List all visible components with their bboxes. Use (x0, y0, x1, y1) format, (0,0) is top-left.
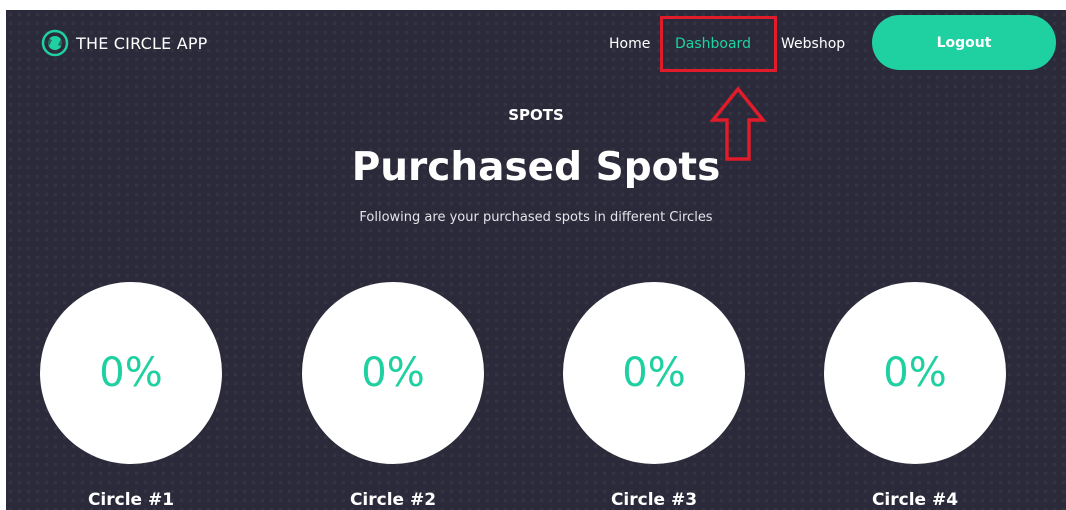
circle-3-label: Circle #3 (610, 490, 698, 510)
section-eyebrow: SPOTS (508, 106, 564, 124)
circle-2-percent: 0% (361, 350, 425, 396)
nav-home-link[interactable]: Home (609, 32, 650, 56)
app-logo[interactable]: THE CIRCLE APP (40, 28, 208, 58)
circle-4-label: Circle #4 (871, 490, 959, 510)
circle-2-progress[interactable]: 0% (302, 282, 484, 464)
circle-1-progress[interactable]: 0% (40, 282, 222, 464)
page-subtitle: Following are your purchased spots in di… (359, 210, 713, 225)
dashboard-highlight-annotation (660, 16, 777, 72)
circle-4-progress[interactable]: 0% (824, 282, 1006, 464)
circle-1-percent: 0% (99, 350, 163, 396)
circle-2-label: Circle #2 (349, 490, 437, 510)
circle-3-percent: 0% (622, 350, 686, 396)
circle-1-label: Circle #1 (87, 490, 175, 510)
circle-3-progress[interactable]: 0% (563, 282, 745, 464)
app-window: THE CIRCLE APP Home Dashboard Webshop Lo… (6, 10, 1066, 510)
nav-webshop-link[interactable]: Webshop (781, 32, 845, 56)
screenshot-frame: THE CIRCLE APP Home Dashboard Webshop Lo… (0, 0, 1066, 510)
app-logo-text: THE CIRCLE APP (76, 33, 208, 53)
circle-4-percent: 0% (883, 350, 947, 396)
circle-app-logo-icon (41, 29, 69, 57)
logout-button[interactable]: Logout (872, 15, 1056, 70)
page-title: Purchased Spots (351, 145, 721, 190)
